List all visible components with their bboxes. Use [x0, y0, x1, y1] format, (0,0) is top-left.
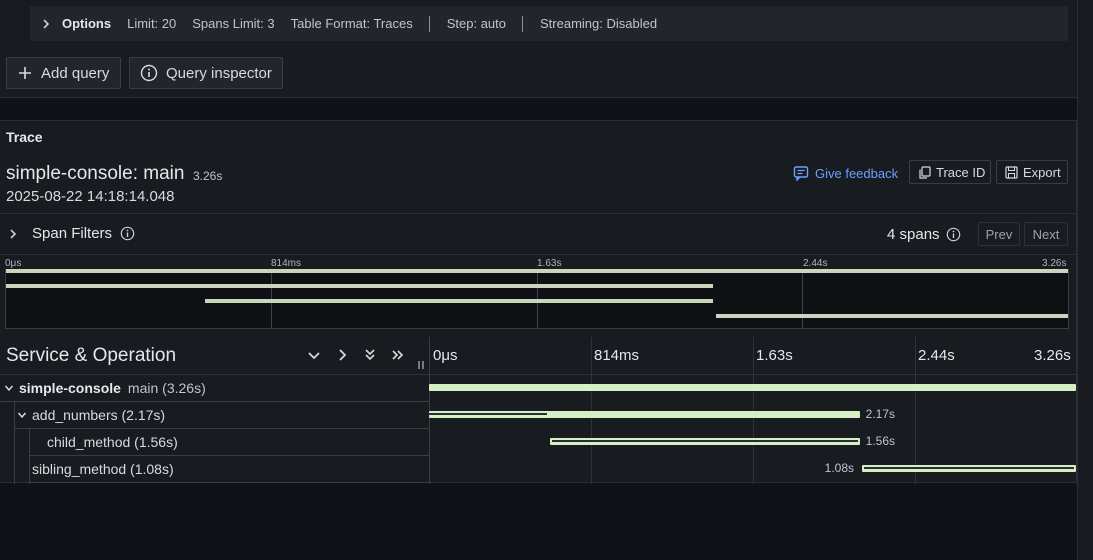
span-filters-toggle[interactable]: Span Filters: [8, 225, 135, 242]
separator: [428, 15, 430, 32]
query-editor: Options Limit: 20 Spans Limit: 3 Table F…: [0, 0, 1077, 98]
minimap-span-bar: [6, 284, 713, 288]
add-query-button[interactable]: Add query: [6, 57, 121, 89]
chevron-right-icon: [10, 228, 17, 239]
option-step: Step: auto: [446, 16, 507, 31]
row-divider: [0, 374, 1077, 375]
minimap-gridline: [802, 270, 803, 328]
minimap-span-bar: [204, 299, 713, 303]
span-bar[interactable]: [861, 465, 1076, 472]
span-row-label[interactable]: sibling_method (1.08s): [32, 460, 174, 477]
prev-button[interactable]: Prev: [978, 222, 1020, 246]
span-row-label[interactable]: child_method (1.56s): [47, 433, 178, 450]
span-duration-label: 1.08s: [824, 461, 855, 475]
minimap-tick-label: 1.63s: [537, 258, 562, 269]
trace-id-label: Trace ID: [936, 164, 986, 180]
row-divider: [0, 401, 430, 402]
timeline-tick-label: 3.26s: [1034, 347, 1071, 364]
row-divider: [14, 428, 430, 429]
give-feedback-link[interactable]: Give feedback: [793, 164, 898, 182]
timeline-tick-label: 0μs: [433, 347, 458, 364]
next-button[interactable]: Next: [1024, 222, 1068, 246]
span-duration-label: 2.17s: [865, 407, 896, 421]
tree-indent-line: [29, 456, 30, 484]
copy-icon: [919, 165, 931, 179]
trace-id-button[interactable]: Trace ID: [909, 160, 991, 184]
expand-one-icon[interactable]: [334, 347, 350, 363]
query-options-bar[interactable]: Options Limit: 20 Spans Limit: 3 Table F…: [30, 6, 1068, 41]
timeline-tick-label: 2.44s: [918, 347, 955, 364]
chevron-down-icon[interactable]: [17, 410, 27, 420]
span-self-time: [552, 440, 858, 442]
scrollbar-track[interactable]: [1077, 0, 1093, 560]
trace-title: simple-console: main: [6, 163, 185, 184]
span-duration-label: 1.56s: [865, 434, 896, 448]
span-self-time: [863, 467, 1074, 469]
plus-icon: [19, 67, 31, 79]
minimap-tick-label: 3.26s: [1042, 258, 1067, 269]
span-self-time: [429, 413, 548, 415]
option-table-format: Table Format: Traces: [290, 16, 413, 31]
minimap-tick-label: 0μs: [5, 258, 22, 269]
minimap-span-bar: [6, 269, 1068, 273]
span-row-label[interactable]: add_numbers (2.17s): [17, 406, 165, 423]
option-limit: Limit: 20: [127, 16, 177, 31]
minimap-span-bar: [716, 314, 1068, 318]
span-bar[interactable]: [429, 384, 1076, 391]
trace-panel: Trace simple-console: main 3.26s 2025-08…: [0, 120, 1077, 484]
chevron-right-icon[interactable]: [38, 18, 54, 29]
span-bar[interactable]: [429, 411, 860, 418]
collapse-all-icon[interactable]: [362, 347, 378, 363]
timeline-tick-label: 814ms: [594, 347, 640, 364]
info-icon[interactable]: [946, 227, 961, 242]
timeline-tick-label: 1.63s: [756, 347, 793, 364]
info-icon: [140, 64, 158, 82]
row-divider: [29, 482, 430, 483]
option-streaming: Streaming: Disabled: [540, 16, 658, 31]
minimap-tick-label: 814ms: [271, 258, 302, 269]
trace-duration: 3.26s: [193, 169, 223, 183]
export-button[interactable]: Export: [996, 160, 1068, 184]
option-spans-limit: Spans Limit: 3: [192, 16, 275, 31]
operation-name: add_numbers (2.17s): [32, 406, 166, 423]
service-operation-header: Service & Operation: [6, 345, 177, 366]
operation-name: child_method (1.56s): [47, 433, 178, 450]
spans-count: 4 spans: [887, 226, 961, 243]
chevron-down-icon[interactable]: [4, 383, 14, 393]
operation-name: main (3.26s): [127, 379, 206, 396]
service-name: simple-console: [19, 379, 121, 396]
trace-minimap[interactable]: 0μs 814ms 1.63s 2.44s 3.26s: [5, 256, 1069, 329]
expand-all-icon[interactable]: [390, 347, 406, 363]
trace-start-time: 2025-08-22 14:18:14.048: [6, 188, 175, 205]
collapse-one-icon[interactable]: [306, 347, 322, 363]
tree-indent-line: [29, 429, 30, 456]
column-resize-handle[interactable]: [418, 361, 424, 369]
info-icon[interactable]: [120, 226, 135, 241]
panel-title: Trace: [6, 129, 43, 145]
give-feedback-label: Give feedback: [815, 165, 899, 181]
query-inspector-label: Query inspector: [166, 64, 272, 82]
tree-indent-line: [14, 402, 15, 484]
span-filters-label: Span Filters: [32, 225, 113, 242]
spans-count-label: 4 spans: [887, 226, 940, 243]
divider: [0, 254, 1077, 255]
timeline-gridline: [915, 337, 916, 484]
export-label: Export: [1023, 164, 1061, 180]
span-bar[interactable]: [550, 438, 860, 445]
query-inspector-button[interactable]: Query inspector: [129, 57, 283, 89]
separator: [522, 15, 524, 32]
span-row-label[interactable]: simple-console main (3.26s): [4, 379, 206, 396]
minimap-canvas[interactable]: [5, 269, 1069, 329]
divider: [0, 213, 1077, 214]
save-icon: [1005, 165, 1018, 179]
row-divider: [29, 455, 430, 456]
operation-name: sibling_method (1.08s): [32, 460, 174, 477]
minimap-tick-label: 2.44s: [803, 258, 828, 269]
options-title: Options: [62, 16, 112, 31]
add-query-label: Add query: [41, 64, 110, 82]
comment-icon: [793, 166, 809, 181]
